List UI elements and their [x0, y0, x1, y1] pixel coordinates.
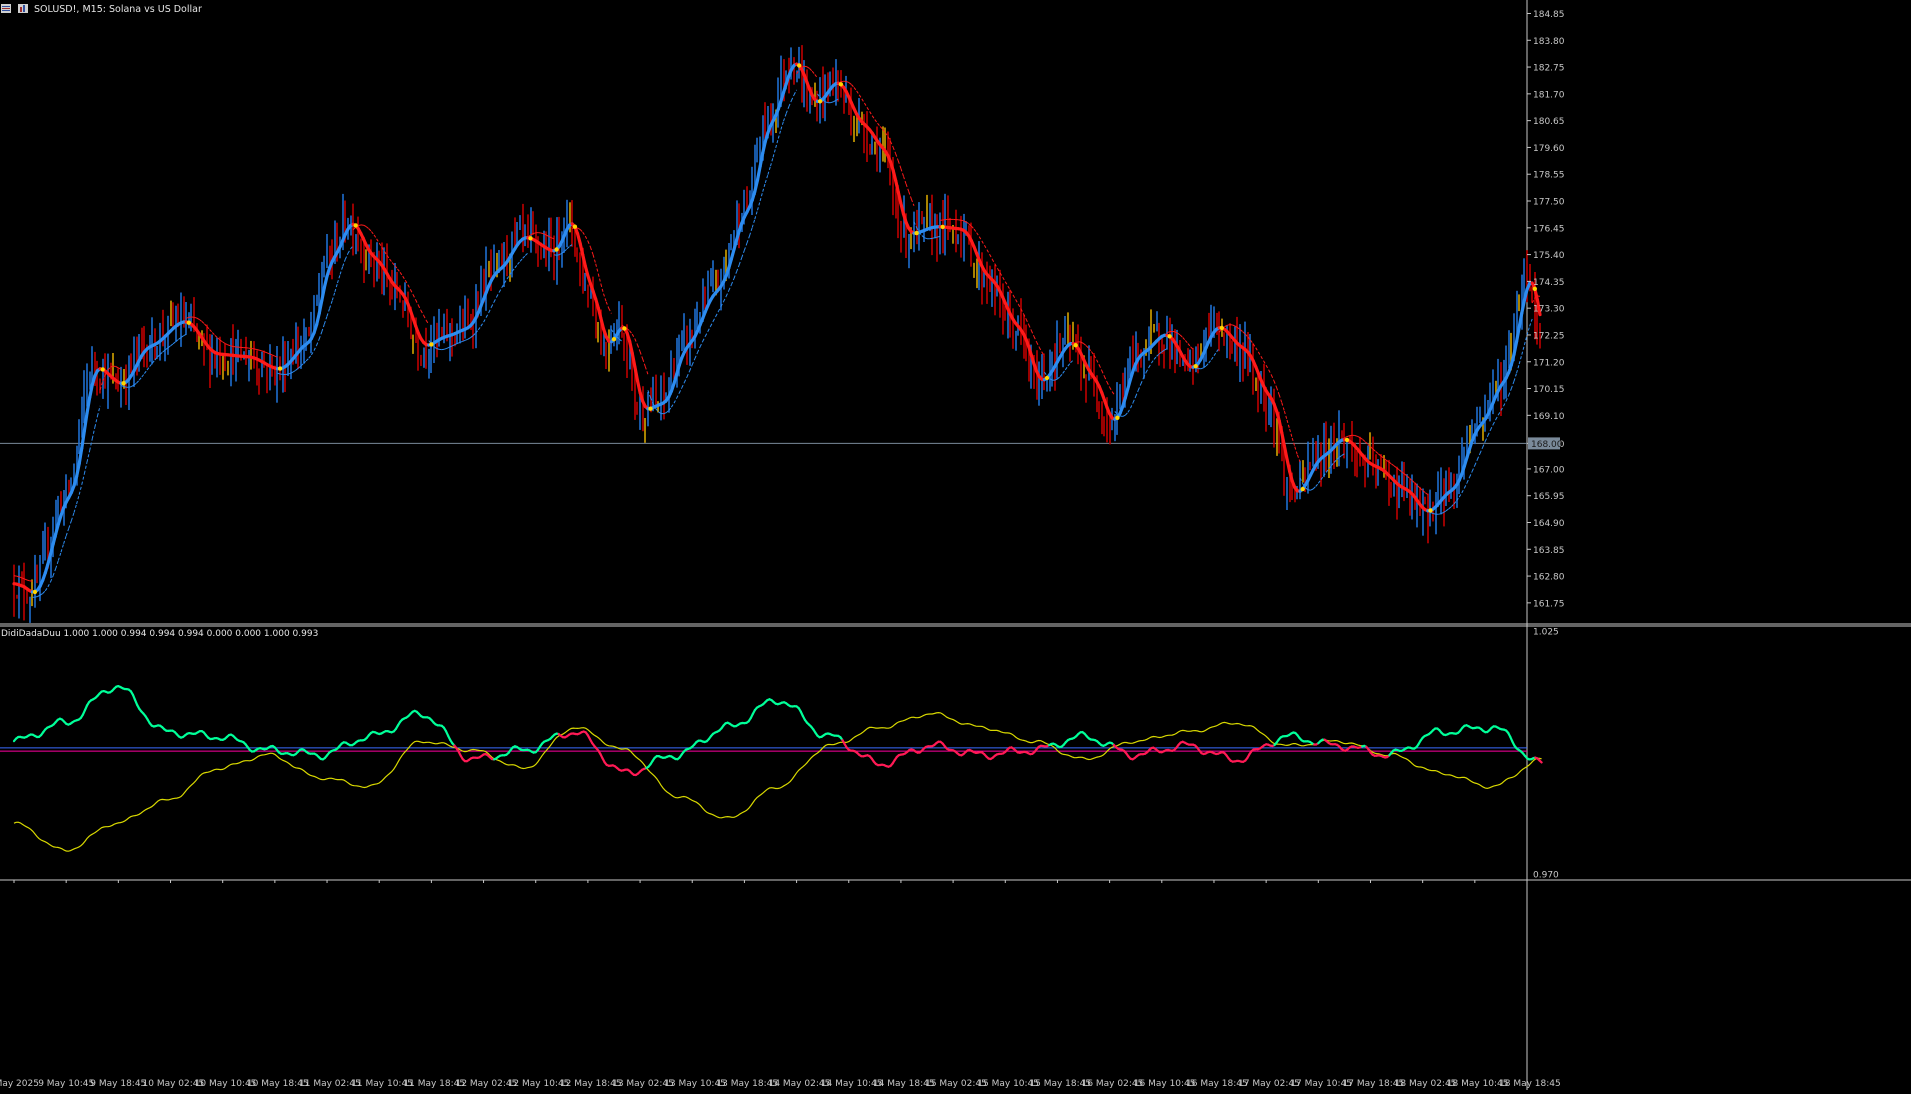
signal-dot — [1194, 364, 1198, 368]
price-tick-label: 161.75 — [1533, 599, 1565, 609]
price-tick-label: 167.00 — [1533, 465, 1565, 475]
signal-dot — [528, 236, 532, 240]
time-tick-label: 9 May 10:45 — [38, 1079, 94, 1089]
price-tick-label: 173.30 — [1533, 305, 1565, 315]
signal-dot — [354, 223, 358, 227]
slow-ma-segment — [358, 225, 361, 226]
oscillator-fast-down-segment — [1540, 760, 1542, 762]
price-tick-label: 165.95 — [1533, 492, 1565, 502]
signal-dot — [622, 326, 626, 330]
price-tick-label: 164.90 — [1533, 519, 1565, 529]
price-tick-label: 162.80 — [1533, 573, 1565, 583]
current-price-label: 168.00 — [1531, 440, 1563, 450]
signal-dot — [839, 82, 843, 86]
time-tick-label: 8 May 2025 — [0, 1079, 39, 1089]
signal-dot — [1301, 487, 1305, 491]
time-tick-label: 18 May 18:45 — [1499, 1079, 1561, 1089]
price-tick-label: 169.10 — [1533, 412, 1565, 422]
bar-chart-icon[interactable] — [18, 4, 28, 13]
price-axis[interactable]: 184.85 183.80 182.75 181.70 180.65 179.60 178.… — [1527, 10, 1565, 609]
price-tick-label: 182.75 — [1533, 64, 1565, 74]
signal-dot — [1074, 343, 1078, 347]
price-tick-label: 174.35 — [1533, 278, 1565, 288]
price-tick-label: 176.45 — [1533, 224, 1565, 234]
signal-dot — [818, 99, 822, 103]
oscillator-tick-label: 1.025 — [1533, 628, 1559, 638]
slow-ma-segment — [961, 220, 964, 221]
slow-ma-segment — [935, 237, 938, 238]
slow-ma-segment — [257, 350, 260, 351]
slow-ma-segment — [1537, 296, 1540, 297]
price-tick-label: 175.40 — [1533, 251, 1565, 261]
slow-ma-segment — [1433, 514, 1436, 515]
slow-ma-segment — [1076, 342, 1079, 343]
slow-ma-segment — [231, 346, 234, 347]
slow-ma-segment — [30, 581, 33, 582]
slow-ma-segment — [557, 255, 560, 256]
price-tick-label: 181.70 — [1533, 90, 1565, 100]
chart-canvas[interactable]: 184.85 183.80 182.75 181.70 180.65 179.60 178.… — [0, 0, 1911, 1090]
time-tick-label: 9 May 18:45 — [90, 1079, 146, 1089]
signal-dot — [941, 225, 945, 229]
slow-ma-segment — [35, 597, 38, 598]
signal-dot — [1428, 508, 1432, 512]
price-tick-label: 171.20 — [1533, 358, 1565, 368]
slow-ma-segment — [254, 349, 257, 350]
chart-window[interactable]: 184.85 183.80 182.75 181.70 180.65 179.60 178.… — [0, 0, 1911, 1090]
signal-dot — [278, 366, 282, 370]
slow-ma-segment — [1227, 325, 1230, 326]
slow-ma-segment — [938, 236, 941, 237]
signal-dot — [573, 225, 577, 229]
price-tick-label: 180.65 — [1533, 117, 1565, 127]
chart-window-icon[interactable] — [1, 4, 11, 13]
signal-dot — [554, 247, 558, 251]
price-tick-label: 179.60 — [1533, 144, 1565, 154]
indicator-title: DidiDadaDuu 1.000 1.000 0.994 0.994 0.99… — [1, 629, 318, 639]
slow-ma-segment — [932, 238, 935, 239]
slow-ma-segment — [804, 66, 807, 67]
signal-dot — [33, 590, 37, 594]
price-tick-label: 183.80 — [1533, 37, 1565, 47]
signal-dot — [648, 407, 652, 411]
signal-dot — [1115, 416, 1119, 420]
signal-dot — [1345, 438, 1349, 442]
signal-dot — [914, 231, 918, 235]
slow-ma-segment — [841, 81, 844, 82]
price-tick-label: 177.50 — [1533, 198, 1565, 208]
signal-dot — [429, 342, 433, 346]
oscillator-tick-label: 0.970 — [1533, 871, 1559, 881]
price-tick-label: 163.85 — [1533, 546, 1565, 556]
symbol-title: SOLUSD!, M15: Solana vs US Dollar — [34, 4, 202, 15]
signal-dot — [797, 63, 801, 67]
price-tick-label: 184.85 — [1533, 10, 1565, 20]
slow-ma-segment — [1438, 514, 1441, 515]
signal-dot — [187, 321, 191, 325]
signal-dot — [1220, 326, 1224, 330]
signal-dot — [612, 337, 616, 341]
signal-dot — [1045, 376, 1049, 380]
price-tick-label: 172.25 — [1533, 332, 1565, 342]
slow-ma-segment — [129, 387, 132, 388]
signal-dot — [1167, 334, 1171, 338]
signal-dot — [121, 381, 125, 385]
price-tick-label: 178.55 — [1533, 171, 1565, 181]
price-tick-label: 170.15 — [1533, 385, 1565, 395]
signal-dot — [101, 367, 105, 371]
slow-ma-segment — [124, 387, 127, 388]
